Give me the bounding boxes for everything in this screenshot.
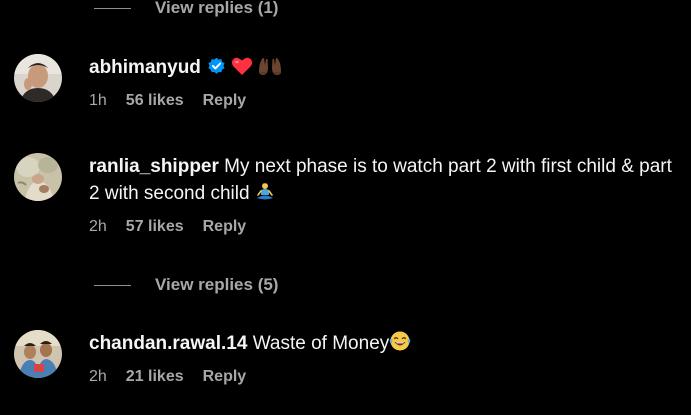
- view-replies-label: View replies (1): [155, 0, 279, 17]
- comment-text-line: abhimanyud: [89, 54, 684, 84]
- username[interactable]: abhimanyud: [89, 57, 201, 78]
- raising-hands-icon: [258, 56, 282, 84]
- view-replies-link[interactable]: View replies (1): [94, 0, 278, 18]
- username[interactable]: ranlia_shipper: [89, 156, 219, 177]
- red-heart-icon: [231, 56, 253, 84]
- timestamp: 2h: [89, 368, 107, 385]
- reply-button[interactable]: Reply: [203, 368, 247, 386]
- comment-text: Waste of Money: [252, 333, 390, 354]
- timestamp: 2h: [89, 218, 107, 235]
- comment-meta: 1h 56 likes Reply: [89, 92, 684, 110]
- person-in-lotus-position-icon: [255, 182, 275, 210]
- comment-body: abhimanyud 1h 56 likes Reply: [89, 54, 684, 110]
- comment-meta: 2h 57 likes Reply: [89, 218, 684, 236]
- comment-text-line: ranlia_shipper My next phase is to watch…: [89, 153, 684, 210]
- comment-text-line: chandan.rawal.14 Waste of Money: [89, 330, 684, 360]
- comment-meta: 2h 21 likes Reply: [89, 368, 684, 386]
- reply-thread-line: [94, 7, 131, 9]
- comment-body: chandan.rawal.14 Waste of Money 2h 21 li…: [89, 330, 684, 386]
- avatar[interactable]: [14, 330, 62, 378]
- view-replies-link[interactable]: View replies (5): [94, 275, 278, 295]
- reply-button[interactable]: Reply: [203, 92, 247, 110]
- timestamp: 1h: [89, 92, 107, 109]
- likes-count[interactable]: 21 likes: [126, 368, 184, 386]
- avatar[interactable]: [14, 153, 62, 201]
- comment-body: ranlia_shipper My next phase is to watch…: [89, 153, 684, 236]
- view-replies-label: View replies (5): [155, 275, 279, 294]
- likes-count[interactable]: 56 likes: [126, 92, 184, 110]
- face-with-tears-of-joy-icon: [389, 330, 411, 360]
- avatar[interactable]: [14, 54, 62, 102]
- username[interactable]: chandan.rawal.14: [89, 333, 247, 354]
- likes-count[interactable]: 57 likes: [126, 218, 184, 236]
- reply-thread-line: [94, 284, 131, 286]
- verified-badge-icon: [207, 57, 226, 84]
- reply-button[interactable]: Reply: [203, 218, 247, 236]
